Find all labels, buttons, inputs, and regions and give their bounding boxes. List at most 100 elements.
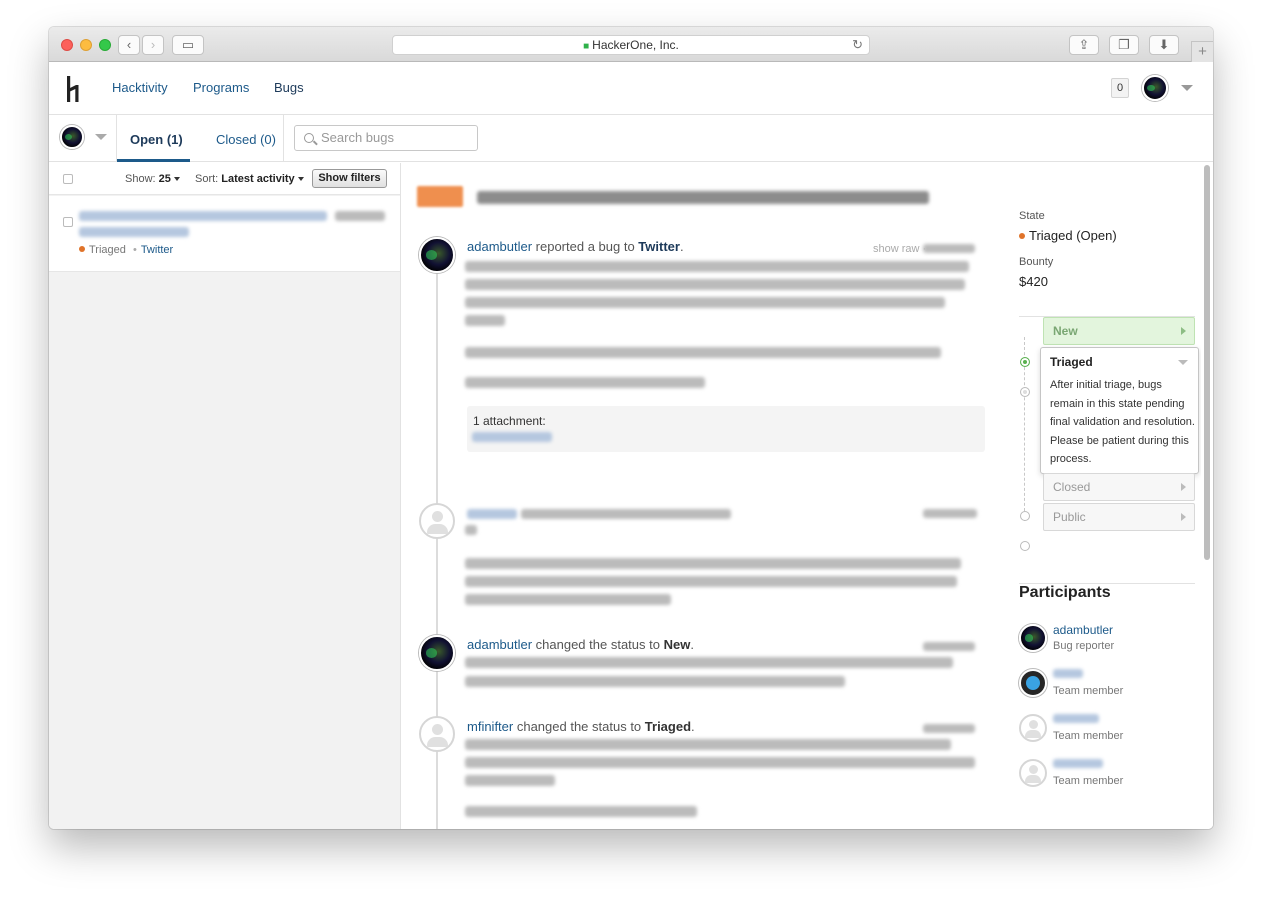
browser-toolbar: ‹ › ▭ ■ HackerOne, Inc. ↻ ⇪ ❐ ⬇ + <box>49 27 1213 62</box>
status-dot <box>79 246 85 252</box>
downloads-icon[interactable]: ⬇ <box>1149 35 1179 55</box>
nav-programs[interactable]: Programs <box>193 80 249 95</box>
event-text: . <box>679 239 684 254</box>
user-link[interactable]: mfinifter <box>467 719 513 734</box>
redacted-text <box>465 676 845 687</box>
avatar[interactable] <box>419 237 455 273</box>
timeline-event-reported: adambutler reported a bug to Twitter. <box>467 239 684 254</box>
program-chevron-down-icon[interactable] <box>95 134 107 140</box>
sidebar-toggle-icon[interactable]: ▭ <box>172 35 204 55</box>
participant-avatar[interactable] <box>1019 714 1047 742</box>
search-input[interactable]: Search bugs <box>294 125 478 151</box>
select-all-checkbox[interactable] <box>63 174 73 184</box>
redacted-text <box>465 757 975 768</box>
status-closed-button[interactable]: Closed <box>1043 473 1195 501</box>
back-icon[interactable]: ‹ <box>118 35 140 55</box>
redacted-text <box>465 279 965 290</box>
scrollbar-thumb[interactable] <box>1204 165 1210 560</box>
nav-hacktivity[interactable]: Hacktivity <box>112 80 168 95</box>
bug-list-pane: Show: 25 Sort: Latest activity Show filt… <box>49 163 401 829</box>
redacted-text <box>465 347 941 358</box>
tabs-overview-icon[interactable]: ❐ <box>1109 35 1139 55</box>
redacted-bug-title <box>79 211 327 221</box>
status-new-button[interactable]: New <box>1043 317 1195 345</box>
status-dot-new <box>1020 357 1030 367</box>
redacted-text <box>465 775 555 786</box>
status-public-button[interactable]: Public <box>1043 503 1195 531</box>
participant-name[interactable]: adambutler <box>1053 623 1113 637</box>
scrollbar[interactable] <box>1201 163 1213 829</box>
avatar[interactable] <box>419 503 455 539</box>
bug-checkbox[interactable] <box>63 217 73 227</box>
site-header: Hacktivity Programs Bugs 0 <box>49 63 1213 115</box>
close-window-button[interactable] <box>61 39 73 51</box>
redacted-text <box>335 211 385 221</box>
reload-icon[interactable]: ↻ <box>852 36 863 54</box>
redacted-participant-name[interactable] <box>1053 714 1099 723</box>
redacted-participant-name[interactable] <box>1053 669 1083 678</box>
redacted-participant-name[interactable] <box>1053 759 1103 768</box>
participant-avatar[interactable] <box>1019 624 1047 652</box>
sort-select[interactable]: Sort: Latest activity <box>195 173 304 185</box>
redacted-timestamp <box>923 244 975 253</box>
redacted-text <box>465 739 951 750</box>
redacted-attachment-link[interactable] <box>472 432 552 442</box>
bug-program-link[interactable]: Twitter <box>141 244 173 256</box>
severity-badge <box>417 186 463 207</box>
forward-icon[interactable]: › <box>142 35 164 55</box>
share-icon[interactable]: ⇪ <box>1069 35 1099 55</box>
user-link[interactable]: adambutler <box>467 239 532 254</box>
chevron-down-icon[interactable] <box>1178 360 1188 365</box>
chevron-right-icon <box>1181 327 1186 335</box>
user-avatar[interactable] <box>1142 75 1168 101</box>
minimize-window-button[interactable] <box>80 39 92 51</box>
status-triaged-description: After initial triage, bugs remain in thi… <box>1050 379 1195 465</box>
redacted-text <box>465 806 697 817</box>
participant-role: Team member <box>1053 730 1124 742</box>
participant-role: Bug reporter <box>1053 640 1115 652</box>
program-avatar[interactable] <box>60 125 84 149</box>
tab-closed[interactable]: Closed (0) <box>216 132 276 147</box>
zoom-window-button[interactable] <box>99 39 111 51</box>
bounty-label: Bounty <box>1019 256 1054 268</box>
state-value: Triaged (Open) <box>1019 228 1117 243</box>
tab-open[interactable]: Open (1) <box>130 132 183 147</box>
notification-count[interactable]: 0 <box>1111 78 1129 98</box>
active-tab-indicator <box>117 159 190 162</box>
redacted-bug-title <box>79 227 189 237</box>
show-label: Show: <box>125 173 156 185</box>
redacted-user <box>467 509 517 519</box>
browser-window: ‹ › ▭ ■ HackerOne, Inc. ↻ ⇪ ❐ ⬇ + Hacktiv… <box>49 27 1213 829</box>
avatar[interactable] <box>419 635 455 671</box>
status-dot-triaged <box>1020 387 1030 397</box>
separator: • <box>132 244 137 256</box>
program-link[interactable]: Twitter <box>638 239 680 254</box>
event-text: changed the status to <box>513 719 645 734</box>
user-link[interactable]: adambutler <box>467 637 532 652</box>
hackerone-logo[interactable] <box>65 76 85 102</box>
new-tab-icon[interactable]: + <box>1191 41 1213 62</box>
avatar[interactable] <box>419 716 455 752</box>
event-text: . <box>691 719 695 734</box>
redacted-text <box>521 509 731 519</box>
report-detail: adambutler reported a bug to Twitter. sh… <box>401 163 1213 829</box>
sort-value: Latest activity <box>221 173 295 185</box>
twitter-avatar[interactable] <box>1019 669 1047 697</box>
nav-bugs[interactable]: Bugs <box>274 80 304 95</box>
redacted-text <box>465 594 671 605</box>
show-filters-button[interactable]: Show filters <box>312 169 387 188</box>
list-item[interactable]: Triaged • Twitter <box>49 196 400 272</box>
status-closed-label: Closed <box>1053 480 1091 494</box>
redacted-text <box>465 297 945 308</box>
user-menu-chevron-down-icon[interactable] <box>1181 85 1193 91</box>
address-text: HackerOne, Inc. <box>592 38 679 52</box>
status-name: New <box>663 637 691 652</box>
participant-avatar[interactable] <box>1019 759 1047 787</box>
show-raw-link[interactable]: show raw · <box>873 243 926 255</box>
state-label: State <box>1019 210 1045 222</box>
status-name: Triaged <box>644 719 692 734</box>
status-triaged-dropdown[interactable]: Triaged After initial triage, bugs remai… <box>1040 347 1199 474</box>
show-count-select[interactable]: Show: 25 <box>125 173 180 185</box>
address-bar[interactable]: ■ HackerOne, Inc. ↻ <box>392 35 870 55</box>
attachment-label: 1 attachment: <box>473 414 546 428</box>
